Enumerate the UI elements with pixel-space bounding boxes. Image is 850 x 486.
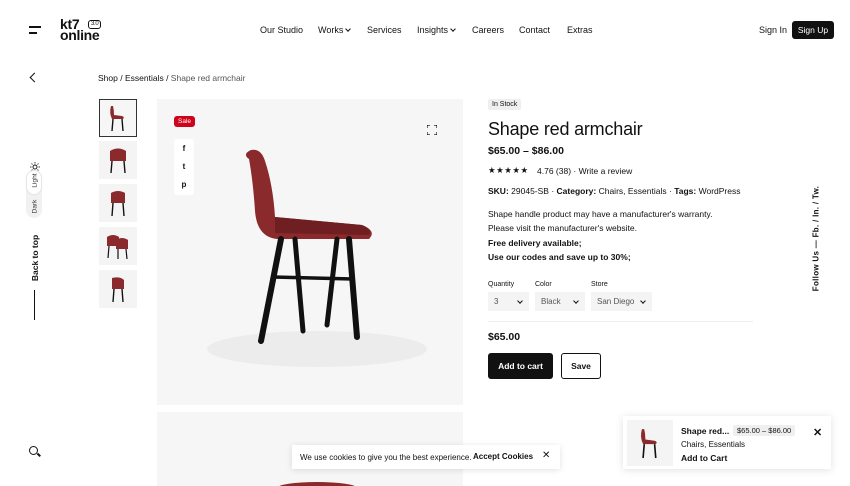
gallery-thumbnail[interactable] — [99, 184, 137, 222]
desc-line: Please visit the manufacturer's website. — [488, 223, 638, 234]
cookie-banner: We use cookies to give you the best expe… — [292, 445, 560, 469]
store-value: San Diego — [597, 297, 635, 306]
accept-cookies-button[interactable]: Accept Cookies — [473, 452, 533, 461]
chevron-down-icon — [450, 26, 456, 32]
sku-label: SKU: — [488, 186, 509, 196]
pinterest-icon[interactable]: p — [174, 175, 194, 193]
breadcrumb-separator: / — [163, 73, 171, 83]
cookie-text: We use cookies to give you the best expe… — [300, 452, 472, 462]
price-range: $65.00 – $86.00 — [488, 145, 564, 157]
sale-badge: Sale — [174, 116, 196, 127]
selected-price: $65.00 — [488, 331, 521, 343]
divider — [488, 321, 753, 322]
product-description: Shape handle product may have a manufact… — [488, 207, 748, 264]
gallery-thumbnail[interactable] — [99, 141, 137, 179]
add-to-cart-button[interactable]: Add to cart — [488, 353, 553, 379]
logo[interactable]: kt7 online 3.0 — [60, 17, 102, 43]
close-icon[interactable]: ✕ — [813, 426, 822, 439]
close-icon[interactable]: ✕ — [542, 450, 550, 461]
back-to-top-link[interactable]: Back to top — [30, 222, 40, 294]
nav-item-contact[interactable]: Contact — [519, 25, 550, 35]
rating-summary: 4.76 (38) · Write a review — [537, 166, 632, 176]
color-value: Black — [541, 297, 561, 306]
chair-side-image — [110, 106, 124, 132]
follow-us-links[interactable]: Follow Us — Fb. / In. / Tw. — [812, 181, 821, 297]
desc-line: Shape handle product may have a manufact… — [488, 209, 713, 219]
sign-in-link[interactable]: Sign In — [759, 25, 787, 35]
chair-front-image — [110, 148, 126, 174]
theme-dark-label[interactable]: Dark — [32, 196, 39, 218]
breadcrumb-essentials[interactable]: Essentials — [125, 73, 164, 83]
logo-version-badge: 3.0 — [88, 20, 102, 29]
chevron-down-icon — [573, 298, 579, 304]
sign-up-button[interactable]: Sign Up — [792, 21, 834, 39]
quantity-value: 3 — [494, 297, 499, 306]
fullscreen-icon[interactable] — [427, 125, 437, 135]
nav-item-insights[interactable]: Insights — [417, 25, 456, 35]
save-button[interactable]: Save — [561, 353, 601, 379]
rating-stars: ★★★★★ — [488, 165, 529, 175]
desc-line-bold: Use our codes and save up to 30%; — [488, 251, 631, 262]
nav-item-our-studio[interactable]: Our Studio — [260, 25, 303, 35]
twitter-icon[interactable]: t — [174, 157, 194, 175]
red-armchair-image — [207, 149, 427, 367]
product-main-image[interactable] — [157, 99, 463, 405]
share-bar: f t p — [174, 139, 194, 195]
breadcrumb-separator: / — [117, 73, 125, 83]
nav-item-extras[interactable]: Extras — [567, 25, 593, 35]
rating-text: 4.76 (38) · — [537, 166, 579, 176]
quantity-select[interactable]: 3 — [488, 292, 529, 311]
breadcrumb-shop[interactable]: Shop — [98, 73, 118, 83]
stock-badge: In Stock — [488, 99, 522, 110]
gallery-thumbnail[interactable] — [99, 99, 137, 137]
back-arrow-icon[interactable] — [29, 72, 40, 83]
sticky-product-name: Shape red... — [681, 426, 730, 436]
quantity-label: Quantity — [488, 281, 515, 288]
breadcrumb: Shop / Essentials / Shape red armchair — [98, 73, 245, 83]
store-select[interactable]: San Diego — [591, 292, 652, 311]
theme-light-label[interactable]: Light — [32, 170, 39, 192]
chair-front-image — [111, 191, 125, 217]
nav-item-works-label: Works — [318, 25, 344, 35]
gallery-thumbnail[interactable] — [99, 227, 137, 265]
chevron-down-icon — [517, 298, 523, 304]
category-links[interactable]: Chairs, Essentials — [599, 186, 667, 196]
sticky-product-image — [627, 420, 673, 466]
tags-label: Tags: — [674, 186, 697, 196]
sticky-product-categories: Chairs, Essentials — [681, 440, 746, 449]
desc-line-bold: Free delivery available; — [488, 237, 582, 248]
search-icon[interactable] — [29, 446, 38, 455]
sku-value: 29045-SB — [511, 186, 549, 196]
nav-item-works[interactable]: Works — [318, 25, 352, 35]
chairs-group-image — [107, 235, 128, 260]
chair-side-image — [641, 429, 657, 459]
chair-angle-image — [112, 277, 124, 303]
category-label: Category: — [556, 186, 597, 196]
nav-item-insights-label: Insights — [417, 25, 449, 35]
chevron-down-icon — [640, 298, 646, 304]
color-select[interactable]: Black — [535, 292, 585, 311]
chevron-down-icon — [345, 26, 352, 32]
breadcrumb-current: Shape red armchair — [170, 73, 246, 83]
facebook-icon[interactable]: f — [174, 139, 194, 157]
product-meta: SKU: 29045-SB · Category: Chairs, Essent… — [488, 186, 741, 196]
nav-item-careers[interactable]: Careers — [472, 25, 504, 35]
store-label: Store — [591, 281, 608, 288]
rail-divider — [34, 290, 35, 320]
color-label: Color — [535, 281, 552, 288]
sticky-add-to-cart-link[interactable]: Add to Cart — [681, 453, 727, 463]
write-review-link[interactable]: Write a review — [579, 166, 633, 176]
gallery-thumbnail[interactable] — [99, 270, 137, 308]
sticky-product-price: $65.00 – $86.00 — [733, 425, 796, 436]
nav-item-services[interactable]: Services — [367, 25, 402, 35]
sticky-add-to-cart: Shape red... $65.00 – $86.00 Chairs, Ess… — [623, 416, 831, 469]
menu-icon[interactable] — [29, 26, 41, 34]
tag-link[interactable]: WordPress — [699, 186, 741, 196]
logo-line-2: online — [60, 27, 100, 43]
product-title: Shape red armchair — [488, 119, 643, 139]
